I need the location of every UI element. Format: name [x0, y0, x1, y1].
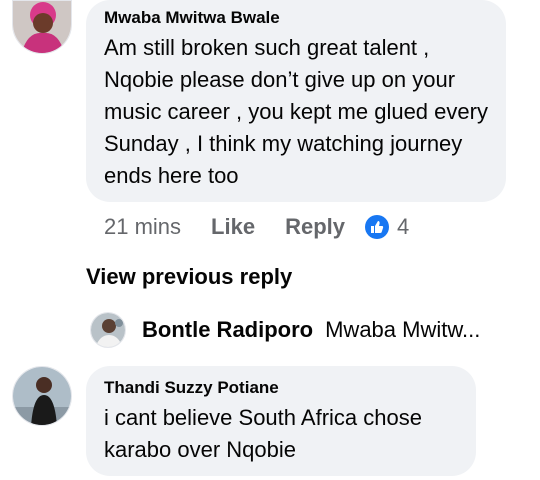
reaction-summary[interactable]: 4: [365, 214, 409, 240]
view-previous-reply-link[interactable]: View previous reply: [86, 264, 292, 290]
comment-bubble[interactable]: Thandi Suzzy Potiane i cant believe Sout…: [86, 366, 476, 476]
reaction-count: 4: [397, 214, 410, 239]
avatar-thandi[interactable]: [12, 366, 72, 426]
comment-actions: 21 mins Like Reply 4: [104, 212, 409, 242]
collapsed-reply-author[interactable]: Bontle Radiporo: [142, 317, 313, 343]
comment-text: i cant believe South Africa chose karabo…: [104, 405, 422, 462]
comment-text: Am still broken such great talent , Nqob…: [104, 35, 488, 188]
comment-bubble[interactable]: Mwaba Mwitwa Bwale Am still broken such …: [86, 0, 506, 202]
comment-timestamp[interactable]: 21 mins: [104, 214, 181, 240]
avatar-mwaba[interactable]: [12, 0, 72, 54]
collapsed-reply-preview: Mwaba Mwitw...: [325, 317, 481, 342]
comment-author[interactable]: Thandi Suzzy Potiane: [104, 378, 458, 398]
avatar-bontle[interactable]: [90, 312, 126, 348]
comment-author[interactable]: Mwaba Mwitwa Bwale: [104, 8, 488, 28]
collapsed-reply[interactable]: Bontle Radiporo Mwaba Mwitw...: [90, 310, 530, 350]
reply-button[interactable]: Reply: [285, 214, 345, 240]
like-button[interactable]: Like: [211, 214, 255, 240]
thumbs-up-icon: [365, 215, 389, 239]
